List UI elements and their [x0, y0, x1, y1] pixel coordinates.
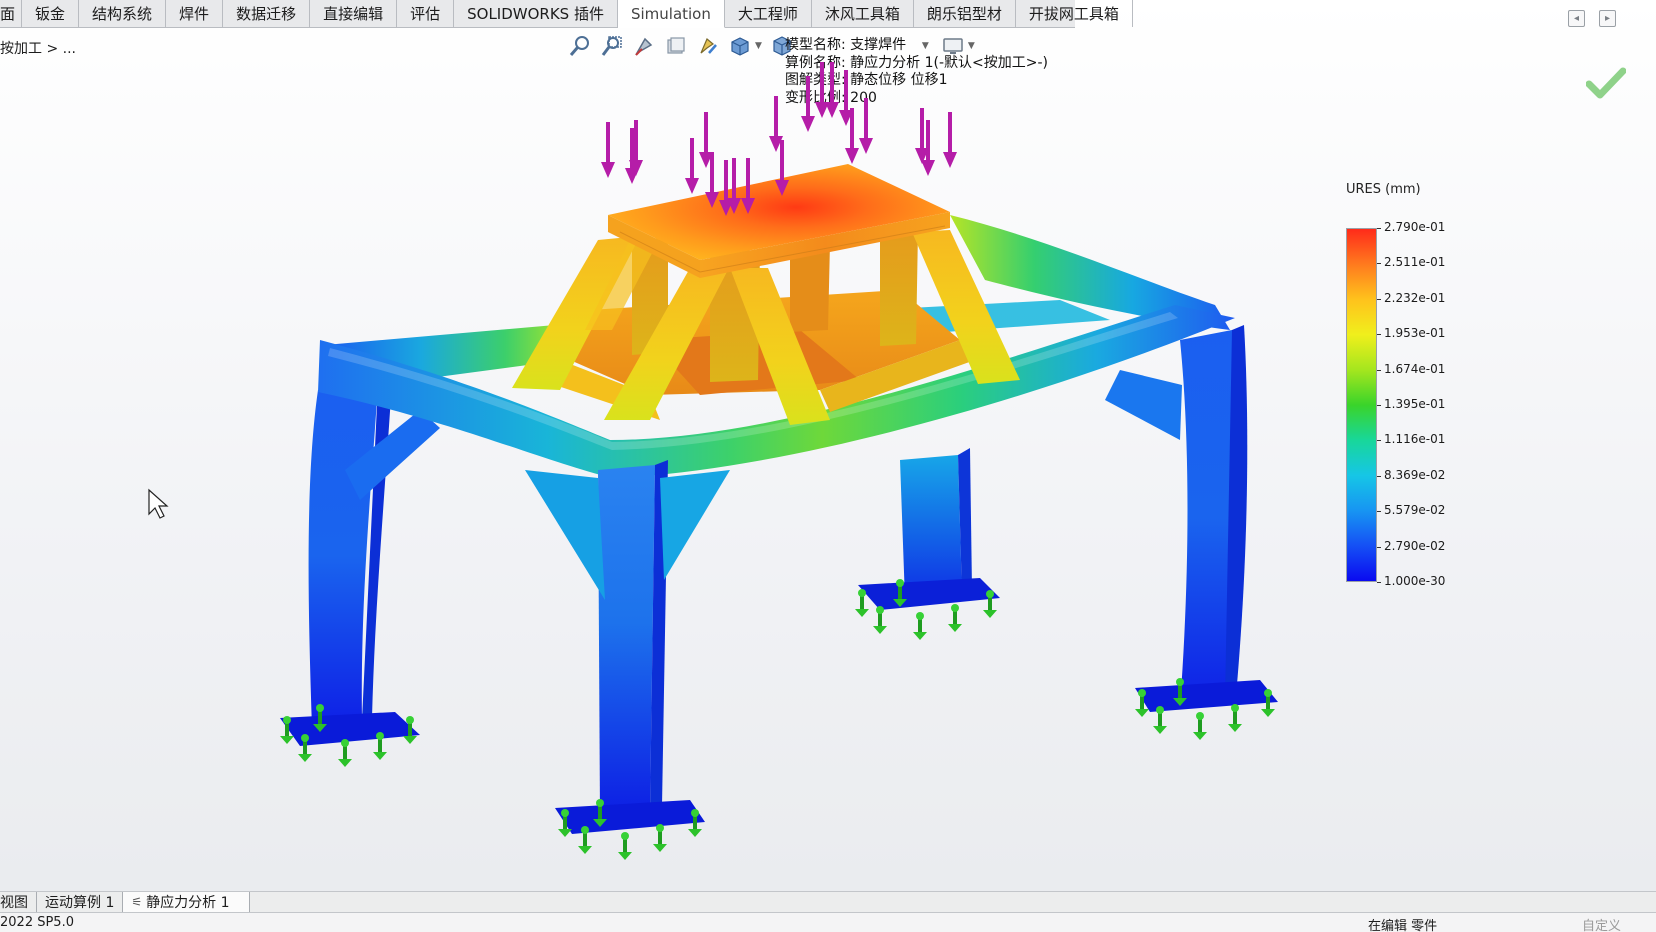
tab-da-gongchengshi[interactable]: 大工程师	[725, 0, 812, 27]
legend-label: 2.790e-01	[1376, 220, 1446, 234]
legend-label: 8.369e-02	[1376, 467, 1446, 482]
tile-icon[interactable]: ▸	[1599, 10, 1616, 27]
legend-label: 1.000e-30	[1376, 574, 1446, 588]
legend-labels: 2.790e-01 2.511e-01 2.232e-01 1.953e-01 …	[1376, 220, 1484, 590]
tab-mufeng-toolbox[interactable]: 沐风工具箱	[812, 0, 914, 27]
window-controls: ◂ ▸	[1568, 10, 1616, 27]
edit-mode-text: 在编辑 零件	[1368, 919, 1438, 932]
tab-simulation[interactable]: Simulation	[617, 0, 725, 28]
pointer-cursor-icon	[148, 488, 169, 519]
tab-weldments[interactable]: 焊件	[166, 0, 224, 27]
tab-solidworks-addins[interactable]: SOLIDWORKS 插件	[454, 0, 618, 27]
command-manager-tabs: 面 钣金 结构系统 焊件 数据迁移 直接编辑 评估 SOLIDWORKS 插件 …	[0, 0, 1133, 28]
tab-face[interactable]: 面	[0, 0, 23, 27]
status-bar: 2022 SP5.0 在编辑 零件 自定义	[0, 913, 1656, 932]
legend-label: 1.116e-01	[1376, 432, 1446, 447]
legend-label: 2.790e-02	[1376, 538, 1446, 553]
study-tabs: 视图 运动算例 1 ⚟ 静应力分析 1	[0, 891, 1656, 913]
tab-structure-system[interactable]: 结构系统	[79, 0, 167, 27]
legend-label: 1.953e-01	[1376, 326, 1446, 341]
custom-units-button[interactable]: 自定义	[1582, 915, 1621, 932]
legend-label: 2.232e-01	[1376, 290, 1446, 305]
legend-label: 1.395e-01	[1376, 397, 1446, 411]
tab-langle-aluminum[interactable]: 朗乐铝型材	[914, 0, 1016, 27]
tab-direct-editing[interactable]: 直接编辑	[310, 0, 398, 27]
solidworks-window: 面 钣金 结构系统 焊件 数据迁移 直接编辑 评估 SOLIDWORKS 插件 …	[0, 0, 1656, 932]
tab-kaibawang-toolbox[interactable]: 开拔网工具箱	[1016, 0, 1133, 27]
tab-static-study-1-label: 静应力分析 1	[146, 895, 230, 911]
legend-label: 1.674e-01	[1376, 361, 1446, 376]
tab-motion-study-1[interactable]: 运动算例 1	[37, 892, 124, 912]
restore-down-icon[interactable]: ◂	[1568, 10, 1585, 27]
legend-label: 5.579e-02	[1376, 503, 1446, 518]
version-text: 2022 SP5.0	[0, 915, 74, 930]
legend-color-bar	[1346, 228, 1377, 582]
legend-title: URES (mm)	[1346, 182, 1421, 197]
tab-view[interactable]: 视图	[0, 892, 37, 912]
tab-data-migration[interactable]: 数据迁移	[223, 0, 311, 27]
legend-label: 2.511e-01	[1376, 255, 1446, 270]
tab-static-study-1[interactable]: ⚟ 静应力分析 1	[123, 892, 251, 912]
tab-evaluate[interactable]: 评估	[397, 0, 455, 27]
tab-sheet-metal[interactable]: 钣金	[22, 0, 80, 27]
static-study-icon: ⚟	[131, 895, 143, 909]
